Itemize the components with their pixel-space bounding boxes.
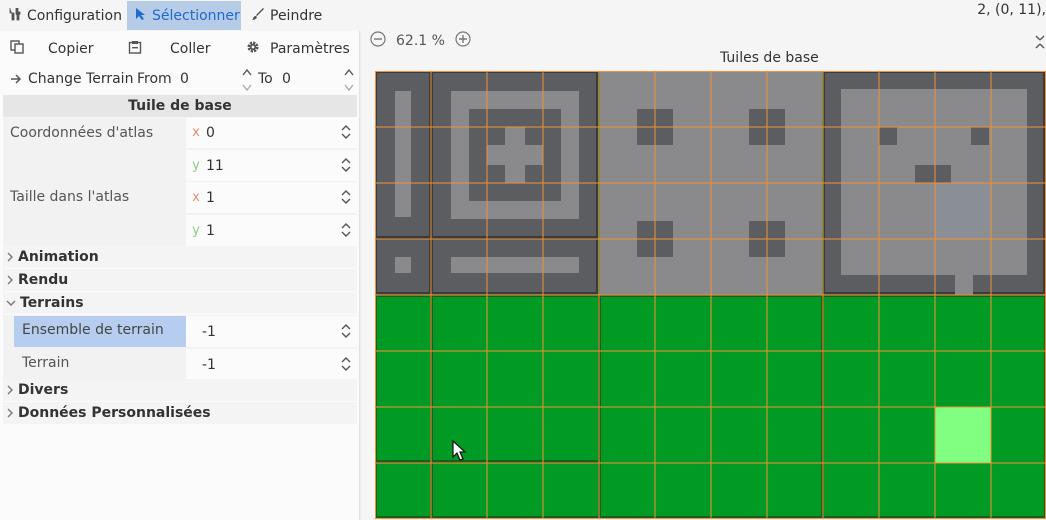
chevron-down-icon	[6, 300, 16, 306]
tools-icon	[8, 7, 22, 25]
atlas-coord-x-value: 0	[206, 124, 215, 141]
select-cursor-icon	[135, 7, 147, 25]
from-spinbox[interactable]: 0	[178, 65, 256, 95]
tab-select-label: Sélectionner	[152, 7, 240, 24]
change-terrain-label: Change Terrain	[28, 71, 134, 87]
group-terrains[interactable]: Terrains	[3, 292, 357, 314]
arrow-right-icon	[10, 73, 22, 89]
axis-x-label: x	[192, 190, 200, 205]
copy-label: Copier	[48, 41, 94, 57]
atlas-coords-label: Coordonnées d'atlas	[10, 125, 154, 141]
atlas-size-label: Taille dans l'atlas	[10, 189, 130, 205]
section-base-tile: Tuile de base	[3, 95, 357, 117]
selected-tile[interactable]	[935, 407, 991, 463]
terrain-row: Terrain -1	[3, 348, 357, 381]
to-spinbox[interactable]: 0	[280, 65, 358, 95]
chevron-right-icon	[7, 275, 13, 285]
updown-arrows-icon[interactable]	[341, 188, 351, 206]
tile-toolbar: Copier Coller Paramètres	[0, 34, 360, 64]
zoom-bar: 62.1 %	[370, 31, 471, 51]
terrain-set-label: Ensemble de terrain	[14, 316, 186, 347]
group-misc-label: Divers	[18, 382, 69, 398]
atlas-size-x-field[interactable]: x 1	[186, 182, 357, 213]
to-label: To	[258, 71, 273, 87]
atlas-title: Tuiles de base	[720, 50, 819, 66]
atlas-size-y-field[interactable]: y 1	[186, 215, 357, 246]
paste-label: Coller	[170, 41, 211, 57]
tab-select[interactable]: Sélectionner	[127, 1, 241, 30]
change-terrain-row: Change Terrain From 0 To 0	[0, 65, 360, 95]
updown-arrows-icon[interactable]	[341, 156, 351, 174]
paste-button[interactable]: Coller	[128, 34, 211, 64]
axis-y-label: y	[192, 158, 200, 173]
spinner-arrows-icon[interactable]	[242, 67, 252, 93]
updown-arrows-icon[interactable]	[341, 355, 351, 373]
to-value: 0	[282, 71, 291, 87]
atlas-size-y-value: 1	[206, 222, 215, 239]
group-animation-label: Animation	[18, 249, 99, 265]
settings-label: Paramètres	[270, 41, 350, 57]
axis-y-label: y	[192, 223, 200, 238]
terrain-set-value: -1	[202, 323, 216, 340]
group-custom-data[interactable]: Données Personnalisées	[3, 402, 357, 424]
zoom-out-icon[interactable]	[370, 31, 386, 51]
updown-arrows-icon[interactable]	[341, 123, 351, 141]
from-value: 0	[180, 71, 189, 87]
group-misc[interactable]: Divers	[3, 379, 357, 401]
group-custom-data-label: Données Personnalisées	[18, 405, 211, 421]
atlas-coord-x-field[interactable]: x 0	[186, 117, 357, 148]
terrain-field[interactable]: -1	[186, 349, 357, 380]
brush-icon	[251, 7, 265, 25]
tab-configuration-label: Configuration	[27, 7, 122, 24]
updown-arrows-icon[interactable]	[341, 221, 351, 239]
atlas-coord-y-value: 11	[206, 157, 224, 174]
atlas-size-x-value: 1	[206, 189, 215, 206]
chevron-right-icon	[7, 385, 13, 395]
tile-atlas[interactable]	[375, 71, 1046, 519]
group-rendering-label: Rendu	[18, 272, 69, 288]
group-animation[interactable]: Animation	[3, 246, 357, 268]
group-rendering[interactable]: Rendu	[3, 269, 357, 291]
terrain-set-row: Ensemble de terrain -1	[3, 315, 357, 348]
chevron-right-icon	[7, 408, 13, 418]
updown-arrows-icon[interactable]	[341, 322, 351, 340]
terrain-set-field[interactable]: -1	[186, 316, 357, 347]
tab-paint-label: Peindre	[270, 7, 323, 24]
atlas-coord-y-field[interactable]: y 11	[186, 150, 357, 181]
tile-inspector-panel: Copier Coller Paramètres Change Terrain …	[0, 31, 360, 520]
atlas-coords-row: Coordonnées d'atlas x 0 y 11	[3, 117, 357, 181]
tab-configuration[interactable]: Configuration	[0, 1, 130, 30]
copy-icon	[10, 40, 24, 58]
terrain-label: Terrain	[22, 355, 70, 371]
terrain-value: -1	[202, 356, 216, 373]
coordinate-readout: 2, (0, 11),	[977, 2, 1046, 18]
gear-icon	[246, 40, 260, 58]
settings-button[interactable]: Paramètres	[246, 34, 350, 64]
zoom-level: 62.1 %	[396, 33, 445, 49]
group-terrains-label: Terrains	[20, 295, 84, 311]
from-label: From	[137, 71, 172, 87]
paste-icon	[128, 40, 142, 58]
tile-atlas-grid[interactable]	[375, 71, 1046, 519]
axis-x-label: x	[192, 125, 200, 140]
spinner-arrows-icon[interactable]	[344, 67, 354, 93]
atlas-size-row: Taille dans l'atlas x 1 y 1	[3, 181, 357, 247]
tab-paint[interactable]: Peindre	[243, 1, 330, 30]
zoom-in-icon[interactable]	[455, 31, 471, 51]
mouse-pointer-icon	[452, 439, 467, 466]
copy-button[interactable]: Copier	[10, 34, 94, 64]
chevron-right-icon	[7, 252, 13, 262]
center-view-icon[interactable]	[1034, 35, 1046, 53]
